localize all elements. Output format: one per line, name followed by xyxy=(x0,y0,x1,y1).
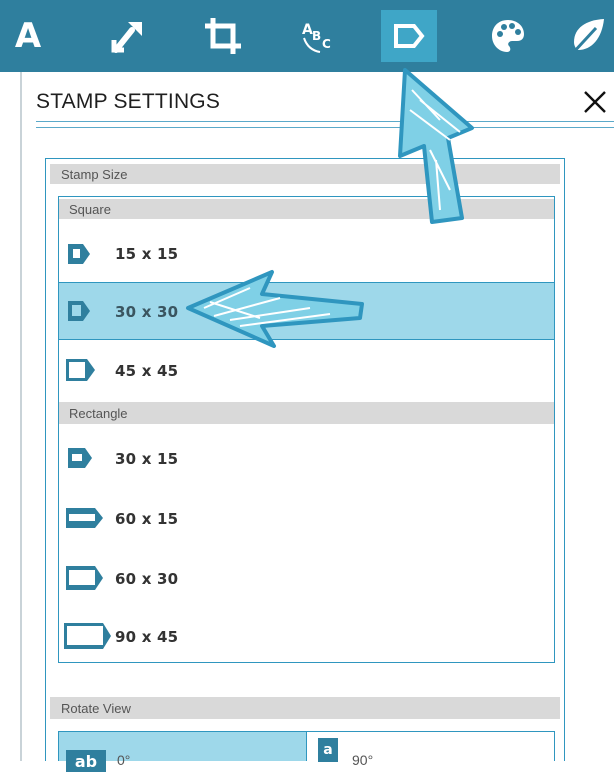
size-option-label: 45 x 45 xyxy=(115,362,179,380)
top-toolbar: A A B C xyxy=(0,0,614,72)
stamp-tool-button[interactable] xyxy=(381,10,437,62)
stamp-square-medium-icon xyxy=(68,301,90,321)
svg-text:C: C xyxy=(322,37,331,51)
effects-tool-button[interactable] xyxy=(560,10,614,62)
size-option-label: 90 x 45 xyxy=(115,628,179,646)
palette-icon xyxy=(492,20,524,52)
leaf-icon xyxy=(570,19,604,56)
resize-tool-button[interactable] xyxy=(100,10,156,62)
size-option-90x45[interactable]: 90 x 45 xyxy=(59,608,554,664)
rotate-0-badge-icon: ab xyxy=(66,750,106,772)
panel-title: STAMP SETTINGS xyxy=(36,90,221,113)
size-option-30x15[interactable]: 30 x 15 xyxy=(59,430,554,486)
stamp-size-section-label: Stamp Size xyxy=(61,166,128,182)
text-tool-icon: A xyxy=(14,16,42,56)
stamp-square-small-icon xyxy=(68,244,90,264)
stamp-rect-medium-icon xyxy=(66,566,103,590)
crop-icon xyxy=(205,18,241,54)
rectangle-category-label: Rectangle xyxy=(69,405,128,421)
annotation-arrow-up-icon xyxy=(398,68,474,224)
size-option-label: 60 x 15 xyxy=(115,510,179,528)
stamp-rect-wide-icon xyxy=(66,508,103,528)
svg-text:B: B xyxy=(312,29,321,43)
close-icon[interactable] xyxy=(580,86,610,116)
resize-arrow-icon xyxy=(111,22,142,53)
size-option-60x30[interactable]: 60 x 30 xyxy=(59,550,554,606)
stamp-icon xyxy=(394,24,425,48)
rotate-option-90[interactable] xyxy=(307,732,554,761)
square-category-label: Square xyxy=(69,201,111,217)
size-option-label: 60 x 30 xyxy=(115,570,179,588)
rotate-90-label: 90° xyxy=(352,752,374,768)
text-tool-button[interactable]: A xyxy=(10,10,46,62)
abc-curve-icon: A B C xyxy=(302,22,331,53)
rotate-0-label: 0° xyxy=(117,752,131,768)
stamp-rect-small-icon xyxy=(68,448,92,468)
text-path-tool-button[interactable]: A B C xyxy=(290,10,346,62)
size-option-45x45[interactable]: 45 x 45 xyxy=(59,342,554,398)
stamp-rect-large-icon xyxy=(64,623,111,649)
color-tool-button[interactable] xyxy=(480,10,536,62)
rotate-0-badge-text: ab xyxy=(74,751,98,771)
size-option-60x15[interactable]: 60 x 15 xyxy=(59,490,554,546)
size-option-label: 15 x 15 xyxy=(115,245,179,263)
panel-left-border xyxy=(20,72,22,761)
rotate-view-section-label: Rotate View xyxy=(61,700,131,716)
header-divider xyxy=(36,121,614,122)
stamp-square-large-icon xyxy=(66,359,95,381)
size-option-label: 30 x 15 xyxy=(115,450,179,468)
size-option-label: 30 x 30 xyxy=(115,303,179,321)
crop-tool-button[interactable] xyxy=(195,10,251,62)
rectangle-category-header: Rectangle xyxy=(59,402,554,424)
rotate-90-badge-text: a xyxy=(323,742,333,758)
header-divider-secondary xyxy=(36,127,614,128)
annotation-arrow-left-icon xyxy=(186,270,364,348)
rotate-view-section-header: Rotate View xyxy=(50,697,560,719)
rotate-90-badge-icon: a xyxy=(318,738,338,762)
